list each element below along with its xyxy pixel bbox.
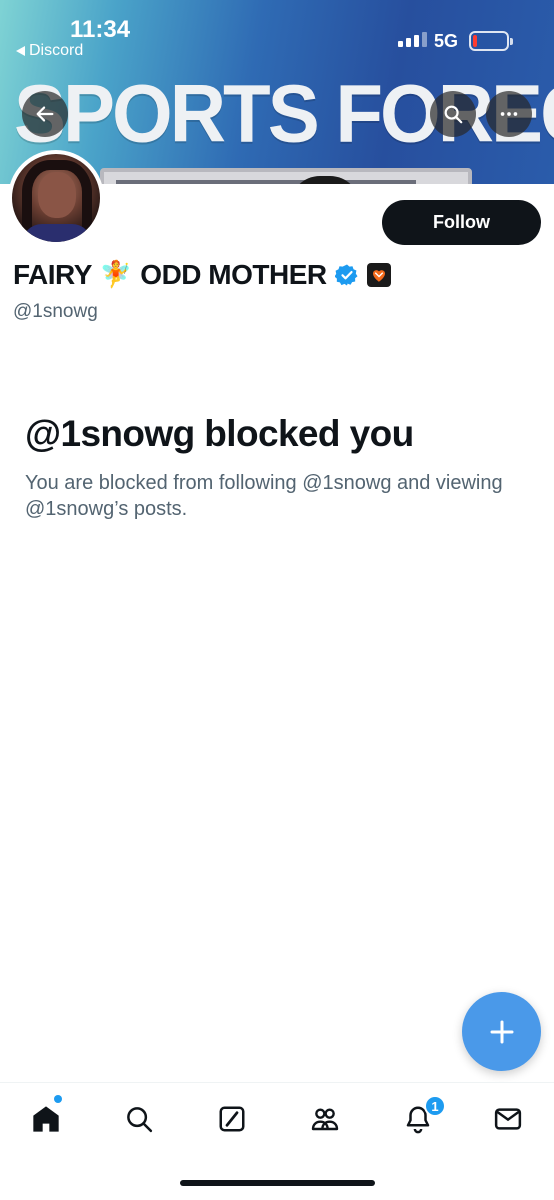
nav-grok[interactable] <box>212 1099 252 1139</box>
plus-icon <box>490 1020 513 1043</box>
more-button[interactable] <box>486 91 532 137</box>
status-back-label: Discord <box>29 42 84 59</box>
banner-screen-graphic <box>100 168 472 184</box>
nav-home[interactable] <box>26 1099 66 1139</box>
grok-icon <box>219 1106 245 1132</box>
display-name-part1: FAIRY <box>13 259 92 290</box>
profile-handle: @1snowg <box>13 301 98 322</box>
home-icon <box>33 1106 59 1132</box>
more-horizontal-icon <box>500 112 518 116</box>
display-name-part2: ODD MOTHER <box>140 259 327 290</box>
back-button[interactable] <box>22 91 68 137</box>
profile-display-name: FAIRY 🧚 ODD MOTHER <box>13 259 391 291</box>
battery-icon <box>469 31 513 51</box>
follow-button[interactable]: Follow <box>382 200 541 245</box>
nav-search[interactable] <box>119 1099 159 1139</box>
nav-communities[interactable] <box>305 1099 345 1139</box>
signal-strength-icon <box>398 32 427 47</box>
verified-badge-icon[interactable] <box>334 263 359 287</box>
arrow-left-icon <box>36 106 54 122</box>
search-icon <box>127 1107 153 1133</box>
fairy-emoji: 🧚 <box>99 260 133 290</box>
nav-messages[interactable] <box>488 1099 528 1139</box>
communities-icon <box>311 1108 339 1131</box>
home-indicator-bar[interactable] <box>180 1180 375 1186</box>
blocked-title: @1snowg blocked you <box>25 413 414 454</box>
heart-logo-icon <box>372 270 385 282</box>
avatar[interactable] <box>8 150 104 246</box>
search-icon <box>444 105 463 124</box>
notification-count-badge: 1 <box>424 1095 446 1117</box>
search-button[interactable] <box>430 91 476 137</box>
network-type: 5G <box>434 31 459 51</box>
status-time: 11:34 <box>70 16 131 43</box>
status-back-to-app[interactable]: Discord <box>16 42 83 60</box>
blocked-description: You are blocked from following @1snowg a… <box>25 472 503 520</box>
compose-post-button[interactable] <box>462 992 541 1071</box>
mail-icon <box>494 1108 522 1130</box>
affiliate-badge-icon[interactable] <box>366 263 391 287</box>
home-new-indicator <box>54 1095 62 1103</box>
back-triangle-icon <box>16 46 25 56</box>
